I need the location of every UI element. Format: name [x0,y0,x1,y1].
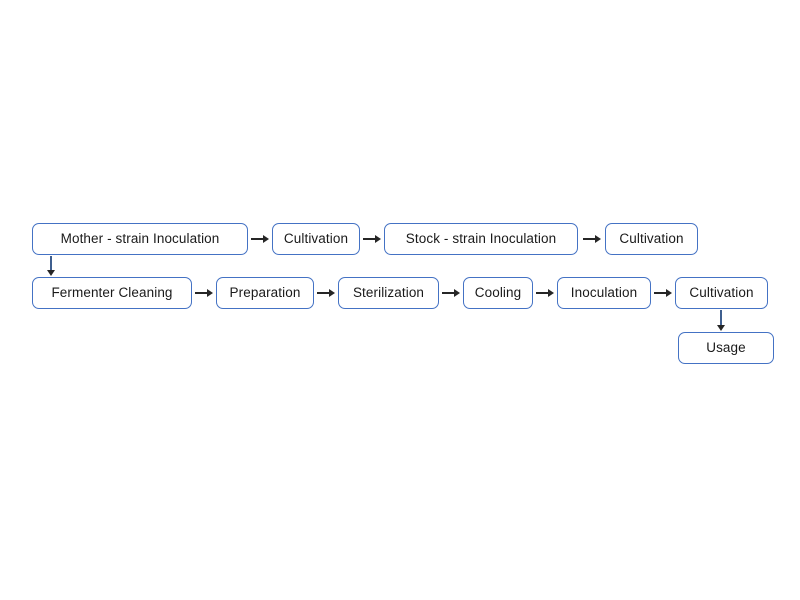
arrow-head-down-icon [47,270,55,276]
arrow-shaft [50,256,52,270]
node-label: Mother - strain Inoculation [60,231,220,247]
node-preparation[interactable]: Preparation [216,277,314,309]
arrow-head-right-icon [207,289,213,297]
connector-sterilization-to-cooling [442,287,460,299]
node-sterilization[interactable]: Sterilization [338,277,439,309]
node-inoculation[interactable]: Inoculation [557,277,651,309]
connector-stock-to-cultivation2 [583,233,601,245]
node-label: Cultivation [619,231,684,247]
node-label: Preparation [229,285,301,301]
node-stock-strain-inoculation[interactable]: Stock - strain Inoculation [384,223,578,255]
node-usage[interactable]: Usage [678,332,774,364]
connector-inoculation-to-cultivation3 [654,287,672,299]
node-label: Cooling [474,285,522,301]
node-label: Inoculation [570,285,638,301]
arrow-head-right-icon [263,235,269,243]
connector-fermenter-cleaning-to-preparation [195,287,213,299]
connector-mother-to-fermenter-cleaning [45,256,57,276]
arrow-shaft [583,238,595,240]
arrow-shaft [317,292,329,294]
node-mother-strain-inoculation[interactable]: Mother - strain Inoculation [32,223,248,255]
node-label: Sterilization [352,285,425,301]
arrow-shaft [195,292,207,294]
arrow-shaft [654,292,666,294]
connector-preparation-to-sterilization [317,287,335,299]
arrow-shaft [536,292,548,294]
arrow-head-right-icon [375,235,381,243]
arrow-head-right-icon [666,289,672,297]
arrow-shaft [251,238,263,240]
node-cultivation-1[interactable]: Cultivation [272,223,360,255]
connector-cultivation3-to-usage [715,310,727,331]
arrow-head-right-icon [595,235,601,243]
node-cultivation-2[interactable]: Cultivation [605,223,698,255]
connector-cultivation1-to-stock [363,233,381,245]
arrow-head-down-icon [717,325,725,331]
connector-cooling-to-inoculation [536,287,554,299]
arrow-head-right-icon [329,289,335,297]
node-label: Cultivation [283,231,349,247]
node-cooling[interactable]: Cooling [463,277,533,309]
flowchart-canvas: Mother - strain Inoculation Cultivation … [0,0,800,600]
arrow-shaft [442,292,454,294]
node-label: Stock - strain Inoculation [405,231,557,247]
node-label: Fermenter Cleaning [51,285,173,301]
arrow-head-right-icon [454,289,460,297]
arrow-head-right-icon [548,289,554,297]
node-cultivation-3[interactable]: Cultivation [675,277,768,309]
node-label: Usage [706,340,746,356]
node-fermenter-cleaning[interactable]: Fermenter Cleaning [32,277,192,309]
arrow-shaft [720,310,722,325]
connector-mother-to-cultivation1 [251,233,269,245]
arrow-shaft [363,238,375,240]
node-label: Cultivation [689,285,754,301]
